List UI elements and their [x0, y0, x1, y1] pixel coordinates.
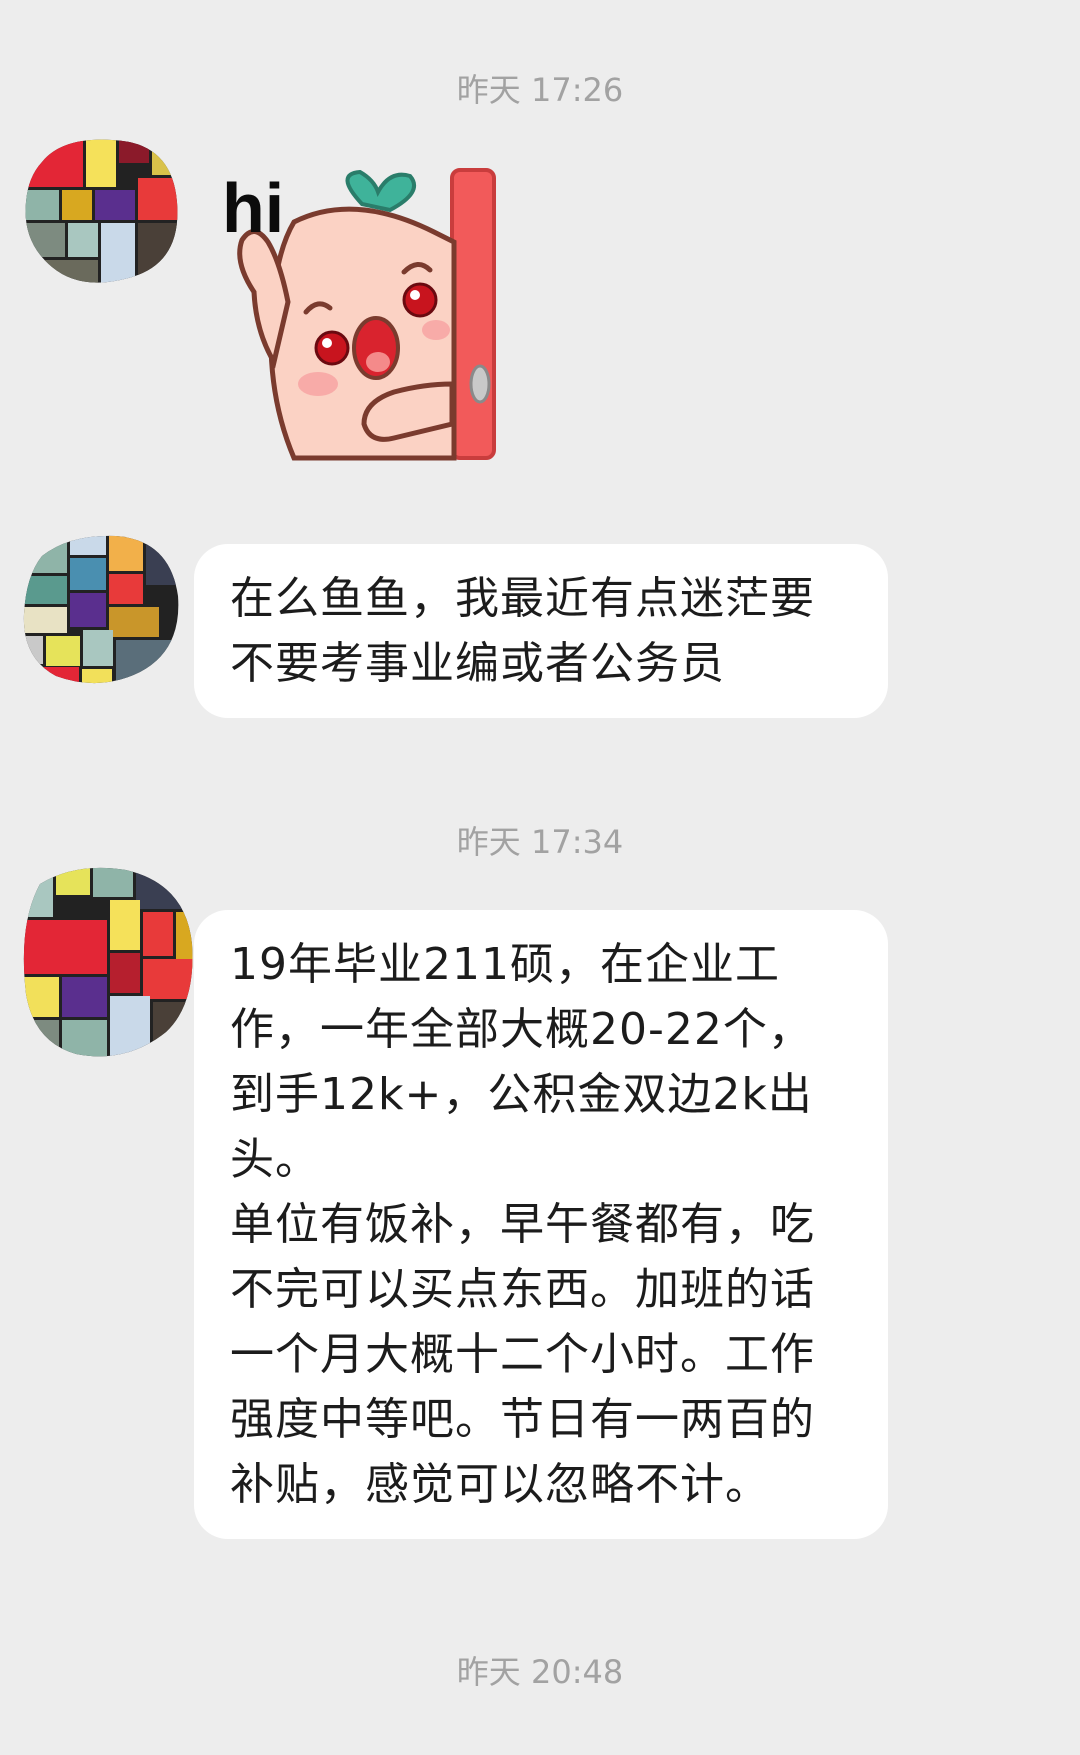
- mosaic-avatar-icon: [23, 867, 193, 1057]
- message-bubble[interactable]: 19年毕业211硕，在企业工 作，一年全部大概20-22个， 到手12k+，公积…: [194, 910, 888, 1539]
- mosaic-avatar-icon: [25, 139, 178, 283]
- timestamp: 昨天 17:34: [456, 823, 624, 861]
- timestamp: 昨天 20:48: [456, 1653, 624, 1691]
- contact-avatar[interactable]: [16, 864, 193, 1057]
- sticker-caption: hi: [222, 169, 285, 247]
- contact-avatar[interactable]: [20, 530, 180, 690]
- mosaic-avatar-icon: [23, 535, 179, 684]
- message-bubble[interactable]: 在么鱼鱼，我最近有点迷茫要 不要考事业编或者公务员: [194, 544, 888, 718]
- timestamp: 昨天 17:26: [456, 71, 624, 109]
- contact-avatar[interactable]: [22, 132, 182, 292]
